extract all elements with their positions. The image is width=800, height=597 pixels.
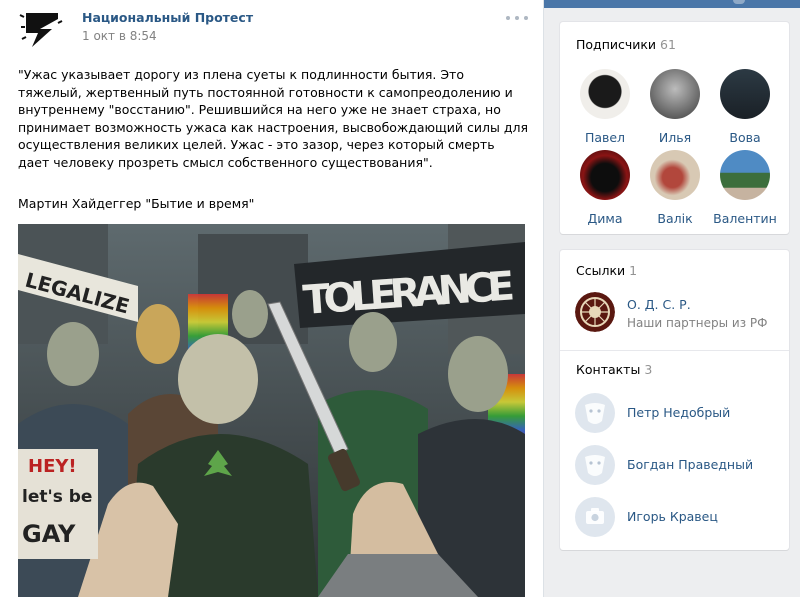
contacts-header[interactable]: Контакты 3 (576, 362, 652, 377)
link-name: О. Д. С. Р. (627, 297, 691, 312)
subscribers-header[interactable]: Подписчики 61 (576, 37, 676, 52)
default-avatar-icon (575, 393, 615, 433)
avatar (720, 69, 770, 119)
subscriber-item[interactable]: Илья (640, 69, 710, 145)
sign-gay: GAY (22, 520, 76, 548)
subscribers-count: 61 (660, 37, 676, 52)
contacts-title: Контакты (576, 362, 641, 377)
subscriber-item[interactable]: Валентин (710, 150, 780, 226)
subscriber-name: Илья (658, 130, 692, 145)
contact-name: Богдан Праведный (627, 457, 754, 472)
subscriber-item[interactable]: Дима (570, 150, 640, 226)
camera-icon (575, 497, 615, 537)
wall-post: Национальный Протест 1 окт в 8:54 "Ужас … (0, 0, 544, 597)
sign-lets-be: let's be (22, 487, 92, 507)
ellipsis-icon[interactable] (506, 12, 528, 24)
subscriber-name: Дима (587, 211, 623, 226)
subscriber-item[interactable]: Вова (710, 69, 780, 145)
links-count: 1 (629, 263, 638, 278)
contact-item[interactable]: Богдан Праведный (575, 445, 780, 485)
subscriber-name: Павел (584, 130, 626, 145)
link-item[interactable]: О. Д. С. Р. Наши партнеры из РФ (575, 292, 780, 336)
avatar (650, 69, 700, 119)
subscribers-title: Подписчики (576, 37, 657, 52)
post-illustration: LEGALIZE TOLERANCE HEY! let's be GAY (18, 224, 525, 597)
post-signature: Мартин Хайдеггер "Бытие и время" (18, 196, 255, 211)
subscribers-card: Подписчики 61 Павел Илья Вова Дима Валік … (560, 22, 789, 234)
link-avatar (575, 292, 615, 332)
default-avatar-icon (575, 445, 615, 485)
post-date[interactable]: 1 окт в 8:54 (82, 29, 157, 43)
post-image[interactable]: LEGALIZE TOLERANCE HEY! let's be GAY (18, 224, 525, 597)
links-header[interactable]: Ссылки 1 (576, 263, 637, 278)
contact-name: Петр Недобрый (627, 405, 731, 420)
contact-item[interactable]: Игорь Кравец (575, 497, 780, 537)
subscriber-item[interactable]: Валік (640, 150, 710, 226)
avatar (580, 69, 630, 119)
contacts-count: 3 (644, 362, 653, 377)
subscriber-name: Валік (657, 211, 693, 226)
community-avatar[interactable] (18, 7, 66, 51)
avatar (580, 150, 630, 200)
contact-name: Игорь Кравец (627, 509, 718, 524)
link-description: Наши партнеры из РФ (627, 316, 768, 330)
post-text: "Ужас указывает дорогу из плена суеты к … (18, 67, 528, 170)
subscriber-item[interactable]: Павел (570, 69, 640, 145)
links-title: Ссылки (576, 263, 626, 278)
divider (560, 350, 789, 351)
avatar (650, 150, 700, 200)
emblem-icon (575, 292, 615, 332)
subscriber-name: Вова (729, 130, 761, 145)
links-card: Ссылки 1 О. Д. С. Р. Наши партнеры из РФ … (560, 250, 789, 550)
nav-accent (733, 0, 745, 4)
subscriber-name: Валентин (713, 211, 777, 226)
lightning-logo-icon (19, 8, 63, 50)
post-author[interactable]: Национальный Протест (82, 10, 253, 25)
avatar (720, 150, 770, 200)
contact-item[interactable]: Петр Недобрый (575, 393, 780, 433)
sign-hey: HEY! (28, 456, 77, 477)
